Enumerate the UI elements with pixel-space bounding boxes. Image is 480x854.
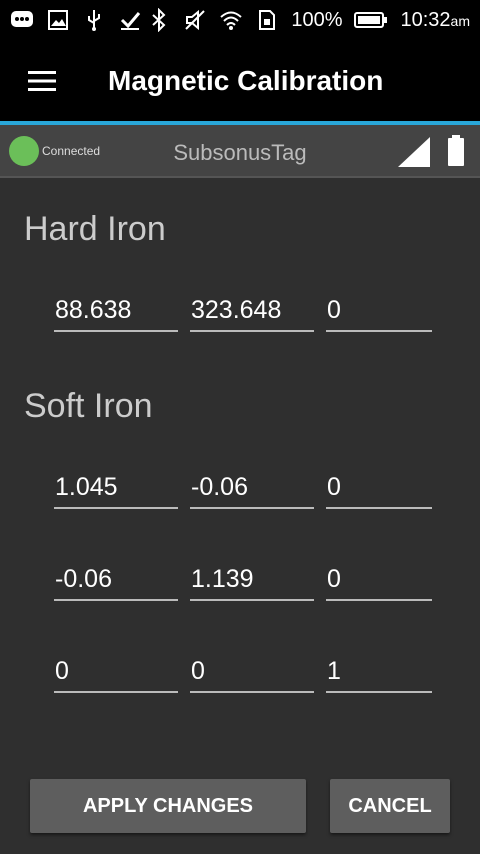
hamburger-menu-icon <box>28 70 56 91</box>
soft-iron-r3c2-input[interactable]: 0 <box>190 651 314 693</box>
soft-iron-r1c1-input[interactable]: 1.045 <box>54 467 178 509</box>
menu-button[interactable] <box>0 40 84 121</box>
apply-changes-button[interactable]: APPLY CHANGES <box>30 779 306 833</box>
usb-icon <box>82 8 106 32</box>
mute-icon <box>183 8 207 32</box>
soft-iron-r3c1-input[interactable]: 0 <box>54 651 178 693</box>
download-icon <box>118 8 142 32</box>
soft-iron-r3c3-input[interactable]: 1 <box>326 651 432 693</box>
soft-iron-r2c1-input[interactable]: -0.06 <box>54 559 178 601</box>
hard-iron-title: Hard Iron <box>24 210 166 248</box>
clock: 10:32am <box>400 8 470 31</box>
hard-iron-z-input[interactable]: 0 <box>326 290 432 332</box>
image-icon <box>46 8 70 32</box>
soft-iron-title: Soft Iron <box>24 387 153 425</box>
page-title: Magnetic Calibration <box>108 64 384 96</box>
wifi-icon <box>219 8 243 32</box>
chat-icon <box>10 8 34 32</box>
bluetooth-icon <box>147 8 171 32</box>
soft-iron-r2c3-input[interactable]: 0 <box>326 559 432 601</box>
soft-iron-r2c2-input[interactable]: 1.139 <box>190 559 314 601</box>
status-bar: 100% 10:32am <box>0 0 480 40</box>
battery-icon <box>354 8 388 32</box>
soft-iron-r1c2-input[interactable]: -0.06 <box>190 467 314 509</box>
soft-iron-r1c3-input[interactable]: 0 <box>326 467 432 509</box>
signal-strength-icon <box>398 137 430 167</box>
battery-percent: 100% <box>291 8 343 31</box>
device-battery-icon <box>448 135 464 166</box>
hard-iron-y-input[interactable]: 323.648 <box>190 290 314 332</box>
device-status-bar: Connected SubsonusTag <box>0 125 480 178</box>
cancel-button[interactable]: CANCEL <box>330 779 450 833</box>
hard-iron-x-input[interactable]: 88.638 <box>54 290 178 332</box>
app-bar: Magnetic Calibration <box>0 40 480 121</box>
sim-icon <box>255 8 279 32</box>
